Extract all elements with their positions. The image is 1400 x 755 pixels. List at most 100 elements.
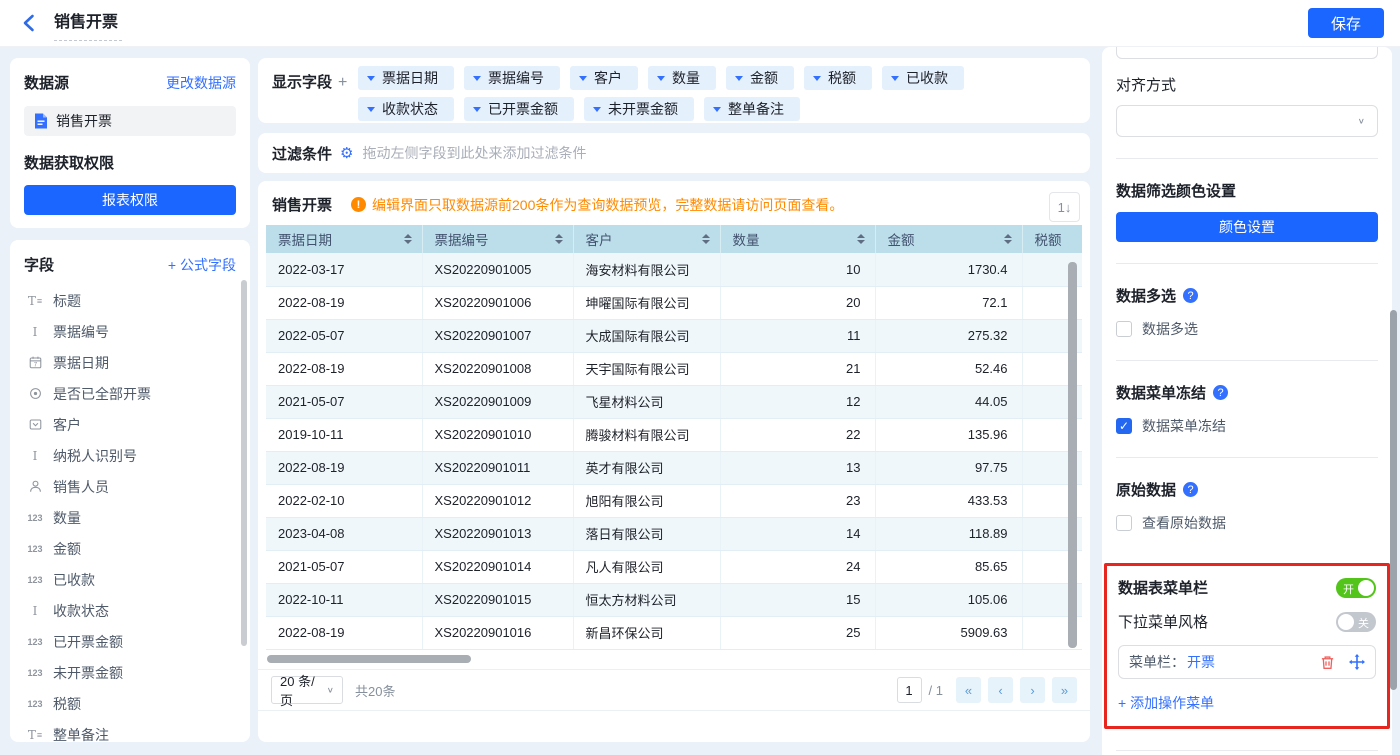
display-field-chip[interactable]: 数量: [648, 66, 716, 90]
column-header[interactable]: 客户: [573, 225, 720, 253]
cell-amount: 118.89: [875, 517, 1022, 550]
table-row[interactable]: 2022-08-19 XS20220901008 天宇国际有限公司 21 52.…: [266, 352, 1082, 385]
display-field-chip[interactable]: 票据日期: [358, 66, 454, 90]
column-header[interactable]: 金额: [875, 225, 1022, 253]
page-nav-button[interactable]: »: [1052, 677, 1077, 703]
field-item[interactable]: I 收款状态: [24, 595, 236, 626]
gear-icon[interactable]: ⚙: [340, 144, 353, 162]
display-field-chip[interactable]: 金额: [726, 66, 794, 90]
window-scrollbar[interactable]: [1390, 310, 1397, 690]
datasource-heading: 数据源: [24, 72, 69, 93]
color-settings-button[interactable]: 颜色设置: [1116, 212, 1378, 242]
table-vertical-scrollbar[interactable]: [1068, 262, 1077, 648]
field-item[interactable]: 123 已收款: [24, 564, 236, 595]
change-datasource-link[interactable]: 更改数据源: [166, 73, 236, 93]
sort-arrows-icon[interactable]: [702, 234, 710, 244]
checkbox-unchecked[interactable]: [1116, 321, 1132, 337]
chevron-down-icon: [367, 76, 375, 81]
page-size-select[interactable]: 20 条/页 ∨: [271, 676, 343, 704]
table-row[interactable]: 2019-10-11 XS20220901010 腾骏材料有限公司 22 135…: [266, 418, 1082, 451]
display-field-chip[interactable]: 收款状态: [358, 97, 454, 121]
table-row[interactable]: 2022-05-07 XS20220901007 大成国际有限公司 11 275…: [266, 319, 1082, 352]
table-row[interactable]: 2022-08-19 XS20220901016 新昌环保公司 25 5909.…: [266, 616, 1082, 649]
save-button[interactable]: 保存: [1308, 8, 1384, 38]
help-icon[interactable]: ?: [1183, 288, 1198, 303]
fields-scrollbar[interactable]: [241, 280, 247, 646]
table-row[interactable]: 2022-08-19 XS20220901011 英才有限公司 13 97.75: [266, 451, 1082, 484]
toggle-knob: [1338, 614, 1354, 630]
field-item[interactable]: 123 数量: [24, 502, 236, 533]
display-field-chip[interactable]: 已开票金额: [464, 97, 574, 121]
display-field-chip[interactable]: 未开票金额: [584, 97, 694, 121]
cell-customer: 海安材料有限公司: [573, 253, 720, 286]
help-icon[interactable]: ?: [1213, 385, 1228, 400]
field-item[interactable]: 客户: [24, 409, 236, 440]
display-field-chip[interactable]: 票据编号: [464, 66, 560, 90]
table-horizontal-scrollbar[interactable]: [267, 655, 471, 663]
page-nav-button[interactable]: ‹: [988, 677, 1013, 703]
filter-panel: 过滤条件 ⚙ 拖动左侧字段到此处来添加过滤条件: [258, 133, 1090, 173]
table-row[interactable]: 2021-05-07 XS20220901014 凡人有限公司 24 85.65: [266, 550, 1082, 583]
pagination-bar: 20 条/页 ∨ 共20条 1 / 1 « ‹ › »: [258, 669, 1090, 711]
column-header[interactable]: 票据编号: [422, 225, 573, 253]
help-icon[interactable]: ?: [1183, 482, 1198, 497]
datasource-name: 销售开票: [56, 111, 112, 131]
cell-qty: 14: [720, 517, 875, 550]
display-field-chip[interactable]: 税额: [804, 66, 872, 90]
menu-item-row[interactable]: 菜单栏： 开票: [1118, 645, 1376, 679]
table-row[interactable]: 2022-03-17 XS20220901005 海安材料有限公司 10 173…: [266, 253, 1082, 286]
table-row[interactable]: 2022-08-19 XS20220901006 坤曜国际有限公司 20 72.…: [266, 286, 1082, 319]
chevron-down-icon: [473, 107, 481, 112]
menubar-toggle-on[interactable]: 开: [1336, 578, 1376, 598]
column-header[interactable]: 票据日期: [266, 225, 422, 253]
sort-arrows-icon[interactable]: [857, 234, 865, 244]
table-row[interactable]: 2023-04-08 XS20220901013 落日有限公司 14 118.8…: [266, 517, 1082, 550]
field-item[interactable]: 123 金额: [24, 533, 236, 564]
display-field-chip[interactable]: 已收款: [882, 66, 964, 90]
back-button[interactable]: [16, 10, 42, 36]
clipped-select[interactable]: [1116, 47, 1378, 59]
preview-warning: ! 编辑界面只取数据源前200条作为查询数据预览，完整数据请访问页面查看。: [351, 195, 843, 215]
report-permission-button[interactable]: 报表权限: [24, 185, 236, 215]
alignment-select[interactable]: ∨: [1116, 105, 1378, 137]
add-operation-menu-link[interactable]: + 添加操作菜单: [1118, 693, 1376, 713]
checkbox-unchecked[interactable]: [1116, 515, 1132, 531]
page-nav-button[interactable]: ›: [1020, 677, 1045, 703]
column-header[interactable]: 数量: [720, 225, 875, 253]
delete-menu-button[interactable]: [1320, 655, 1335, 670]
display-field-chip[interactable]: 客户: [570, 66, 638, 90]
table-row[interactable]: 2021-05-07 XS20220901009 飞星材料公司 12 44.05: [266, 385, 1082, 418]
add-formula-field-link[interactable]: + 公式字段: [168, 255, 236, 275]
current-page-input[interactable]: 1: [897, 677, 922, 703]
menu-freeze-checkbox-row[interactable]: ✓ 数据菜单冻结: [1116, 416, 1378, 436]
field-item[interactable]: I 票据编号: [24, 316, 236, 347]
field-item[interactable]: 销售人员: [24, 471, 236, 502]
sort-arrows-icon[interactable]: [404, 234, 412, 244]
checkbox-checked[interactable]: ✓: [1116, 418, 1132, 434]
field-item[interactable]: I 纳税人识别号: [24, 440, 236, 471]
add-display-field-button[interactable]: +: [338, 74, 347, 91]
sort-arrows-icon[interactable]: [1004, 234, 1012, 244]
field-item[interactable]: 123 未开票金额: [24, 657, 236, 688]
field-item[interactable]: 123 税额: [24, 688, 236, 719]
field-item[interactable]: T≡ 整单备注: [24, 719, 236, 742]
sort-arrows-icon[interactable]: [555, 234, 563, 244]
filter-heading: 过滤条件: [272, 143, 332, 164]
move-menu-handle[interactable]: [1349, 654, 1365, 670]
datasource-item[interactable]: 销售开票: [24, 106, 236, 136]
chevron-down-icon: ∨: [1358, 117, 1365, 126]
field-item[interactable]: 123 已开票金额: [24, 626, 236, 657]
text-icon: I: [26, 604, 44, 618]
page-nav-button[interactable]: «: [956, 677, 981, 703]
raw-data-checkbox-row[interactable]: 查看原始数据: [1116, 513, 1378, 533]
sort-order-button[interactable]: 1↓: [1049, 192, 1080, 222]
display-field-chip[interactable]: 整单备注: [704, 97, 800, 121]
table-row[interactable]: 2022-10-11 XS20220901015 恒太方材料公司 15 105.…: [266, 583, 1082, 616]
dropdown-style-toggle-off[interactable]: 关: [1336, 612, 1376, 632]
multi-select-checkbox-row[interactable]: 数据多选: [1116, 319, 1378, 339]
field-item[interactable]: 7 票据日期: [24, 347, 236, 378]
field-item[interactable]: T≡ 标题: [24, 285, 236, 316]
field-item[interactable]: 是否已全部开票: [24, 378, 236, 409]
table-row[interactable]: 2022-02-10 XS20220901012 旭阳有限公司 23 433.5…: [266, 484, 1082, 517]
column-header[interactable]: 税额: [1022, 225, 1082, 253]
